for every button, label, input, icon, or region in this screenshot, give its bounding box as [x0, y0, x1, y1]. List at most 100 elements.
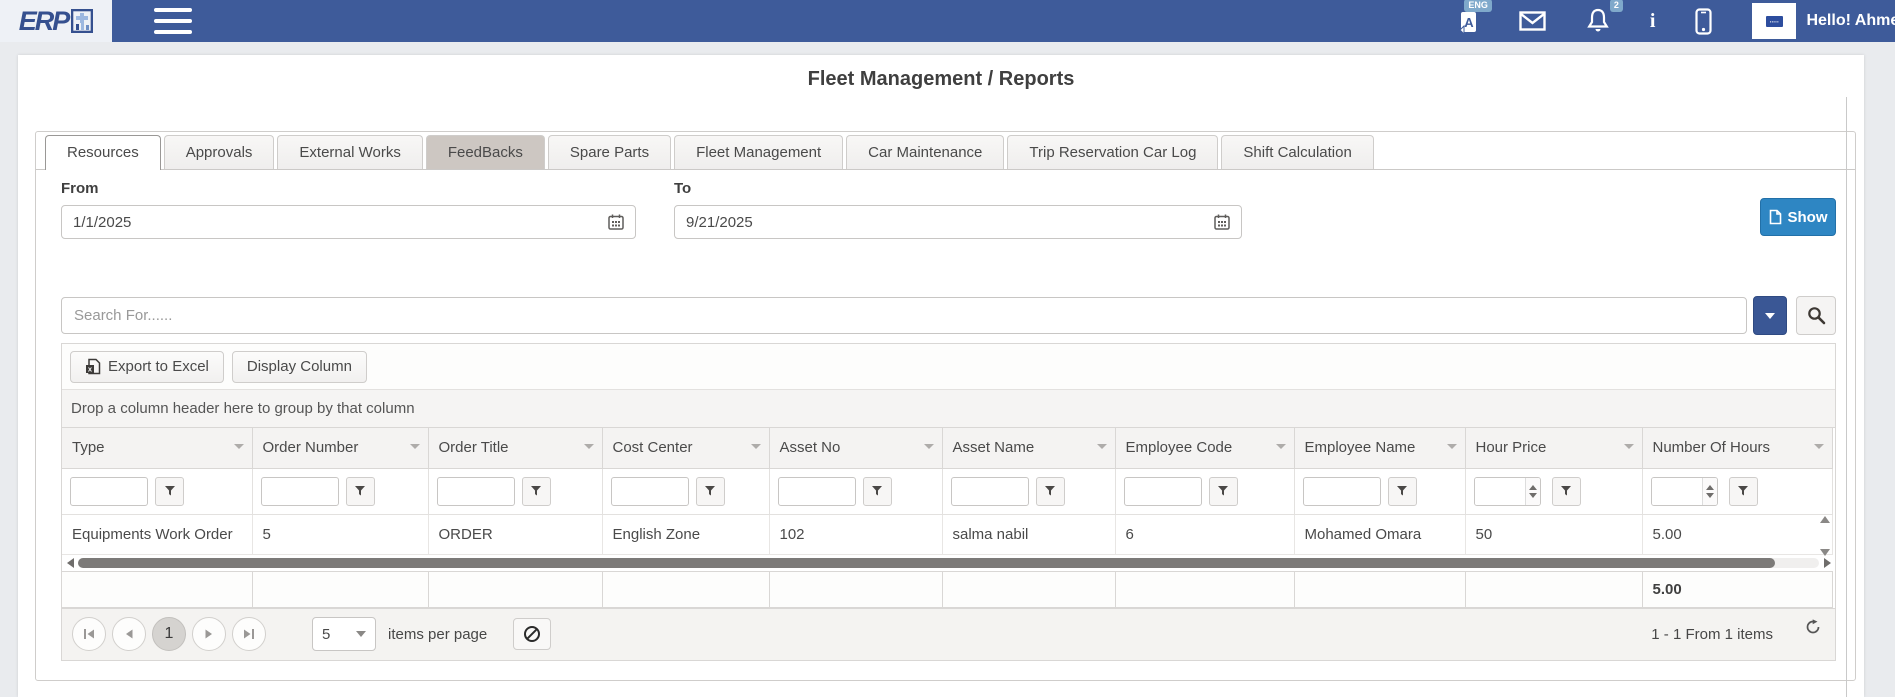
column-header-employee-code[interactable]: Employee Code — [1115, 428, 1294, 468]
filter-funnel-button[interactable] — [155, 477, 184, 506]
scroll-down-icon[interactable] — [1820, 549, 1830, 556]
funnel-icon — [704, 485, 716, 497]
mobile-app-button[interactable] — [1695, 8, 1712, 35]
bell-icon — [1586, 8, 1610, 34]
filter-input-hour-price[interactable] — [1475, 478, 1525, 505]
refresh-button[interactable] — [1805, 619, 1821, 635]
chevron-down-icon[interactable] — [924, 444, 934, 449]
info-button[interactable]: i — [1650, 10, 1656, 33]
tab-trip-reservation-car-log[interactable]: Trip Reservation Car Log — [1007, 135, 1218, 169]
scroll-right-button[interactable] — [1821, 557, 1833, 569]
tab-feedbacks[interactable]: FeedBacks — [426, 135, 545, 169]
filter-funnel-button[interactable] — [1036, 477, 1065, 506]
filter-funnel-button[interactable] — [696, 477, 725, 506]
last-page-button[interactable] — [232, 617, 266, 651]
notifications-button[interactable]: 2 — [1586, 8, 1610, 34]
tab-approvals[interactable]: Approvals — [164, 135, 275, 169]
page-1-button[interactable]: 1 — [152, 617, 186, 651]
filter-funnel-button[interactable] — [522, 477, 551, 506]
messages-button[interactable] — [1519, 11, 1546, 31]
first-page-button[interactable] — [72, 617, 106, 651]
filter-input-asset-name[interactable] — [951, 477, 1029, 506]
tab-car-maintenance[interactable]: Car Maintenance — [846, 135, 1004, 169]
chevron-down-icon[interactable] — [584, 444, 594, 449]
language-badge: ENG — [1464, 0, 1492, 12]
filter-input-asset-no[interactable] — [778, 477, 856, 506]
filter-input-number-of-hours[interactable] — [1652, 478, 1702, 505]
next-page-icon — [204, 628, 214, 640]
filter-input-employee-code[interactable] — [1124, 477, 1202, 506]
number-stepper[interactable] — [1702, 478, 1717, 505]
search-button[interactable] — [1796, 296, 1836, 335]
funnel-icon — [1217, 485, 1229, 497]
chevron-down-icon[interactable] — [1814, 444, 1824, 449]
from-date-input[interactable] — [61, 205, 636, 239]
filter-funnel-button[interactable] — [1729, 477, 1758, 506]
filter-funnel-button[interactable] — [346, 477, 375, 506]
column-header-asset-name[interactable]: Asset Name — [942, 428, 1115, 468]
chevron-down-icon[interactable] — [1276, 444, 1286, 449]
tab-external-works[interactable]: External Works — [277, 135, 422, 169]
spinner-up-icon[interactable] — [1706, 485, 1714, 490]
to-date-input[interactable] — [674, 205, 1242, 239]
show-button[interactable]: Show — [1760, 198, 1836, 236]
from-calendar-button[interactable] — [601, 209, 631, 235]
column-header-hour-price[interactable]: Hour Price — [1465, 428, 1642, 468]
horizontal-scrollbar-track[interactable] — [78, 558, 1819, 568]
filter-input-type[interactable] — [70, 477, 148, 506]
filter-funnel-button[interactable] — [1209, 477, 1238, 506]
scroll-up-icon[interactable] — [1820, 516, 1830, 523]
filter-input-order-number[interactable] — [261, 477, 339, 506]
column-header-number-of-hours[interactable]: Number Of Hours — [1642, 428, 1832, 468]
chevron-down-icon[interactable] — [410, 444, 420, 449]
column-header-order-title[interactable]: Order Title — [428, 428, 602, 468]
chevron-down-icon[interactable] — [1447, 444, 1457, 449]
search-options-dropdown-button[interactable] — [1753, 296, 1787, 335]
clear-filters-button[interactable] — [513, 618, 551, 650]
language-button[interactable]: A ENG — [1457, 8, 1479, 34]
spinner-up-icon[interactable] — [1529, 485, 1537, 490]
horizontal-scrollbar[interactable] — [62, 555, 1835, 571]
scroll-left-button[interactable] — [64, 557, 76, 569]
display-column-button[interactable]: Display Column — [232, 351, 367, 383]
to-calendar-button[interactable] — [1207, 209, 1237, 235]
tab-resources[interactable]: Resources — [45, 135, 161, 170]
filter-funnel-button[interactable] — [1552, 477, 1581, 506]
tab-fleet-management[interactable]: Fleet Management — [674, 135, 843, 169]
filter-funnel-button[interactable] — [1388, 477, 1417, 506]
filter-input-order-title[interactable] — [437, 477, 515, 506]
page-size-select[interactable]: 5 — [312, 617, 376, 651]
filter-funnel-button[interactable] — [863, 477, 892, 506]
column-header-employee-name[interactable]: Employee Name — [1294, 428, 1465, 468]
search-input[interactable] — [61, 297, 1747, 334]
user-greeting: Hello! Ahmed — [1806, 12, 1895, 30]
horizontal-scrollbar-thumb[interactable] — [78, 558, 1775, 568]
column-header-cost-center[interactable]: Cost Center — [602, 428, 769, 468]
filter-input-employee-name[interactable] — [1303, 477, 1381, 506]
chevron-down-icon[interactable] — [234, 444, 244, 449]
column-header-type[interactable]: Type — [62, 428, 252, 468]
column-header-asset-no[interactable]: Asset No — [769, 428, 942, 468]
chevron-down-icon[interactable] — [1624, 444, 1634, 449]
column-header-order-number[interactable]: Order Number — [252, 428, 428, 468]
chevron-down-icon[interactable] — [1097, 444, 1107, 449]
funnel-icon — [871, 485, 883, 497]
export-to-excel-button[interactable]: x Export to Excel — [70, 351, 224, 383]
spinner-down-icon[interactable] — [1529, 493, 1537, 498]
from-label: From — [61, 180, 636, 197]
group-by-drop-zone[interactable]: Drop a column header here to group by th… — [62, 390, 1835, 428]
tab-shift-calculation[interactable]: Shift Calculation — [1221, 135, 1373, 169]
avatar[interactable]: ▪▪▪▪▪ — [1752, 3, 1796, 39]
tab-spare-parts[interactable]: Spare Parts — [548, 135, 671, 169]
next-page-button[interactable] — [192, 617, 226, 651]
table-row[interactable]: Equipments Work Order 5 ORDER English Zo… — [62, 514, 1832, 554]
filter-input-cost-center[interactable] — [611, 477, 689, 506]
menu-toggle-button[interactable] — [154, 8, 192, 34]
prev-page-button[interactable] — [112, 617, 146, 651]
search-row — [61, 296, 1836, 335]
vertical-scrollbar[interactable] — [1818, 516, 1832, 556]
chevron-down-icon[interactable] — [751, 444, 761, 449]
spinner-down-icon[interactable] — [1706, 493, 1714, 498]
app-logo[interactable]: ERP — [0, 0, 112, 42]
number-stepper[interactable] — [1525, 478, 1540, 505]
